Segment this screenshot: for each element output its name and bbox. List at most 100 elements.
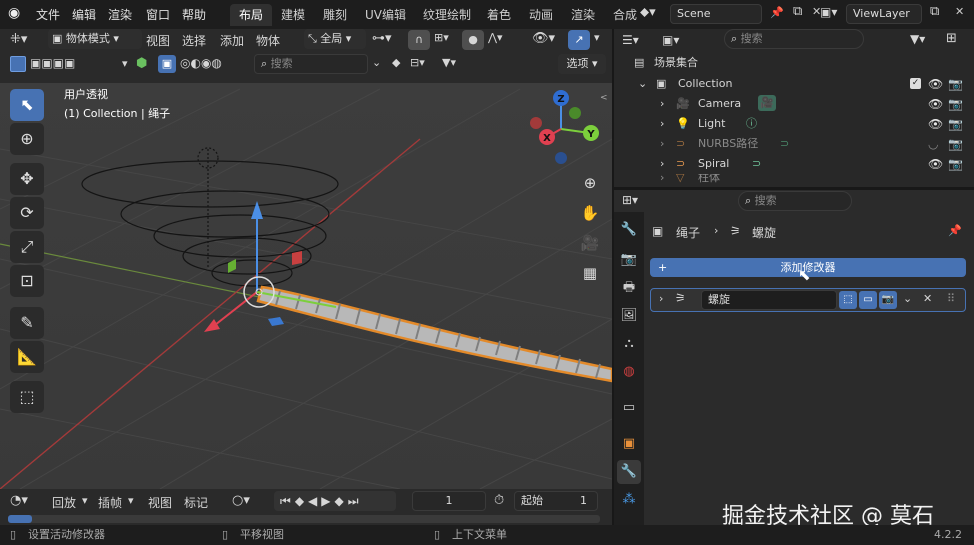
new-collection-icon[interactable]: ⊞	[946, 31, 957, 46]
menu-edit[interactable]: 编辑	[72, 6, 96, 23]
chevron-down-icon[interactable]: ⌄	[903, 292, 912, 305]
menu-marker[interactable]: 标记	[184, 494, 208, 511]
camera-view-button[interactable]: 🎥	[575, 229, 605, 257]
tree-row-camera[interactable]: › 🎥 Camera 🎥 👁 📷	[614, 94, 974, 114]
3d-viewport[interactable]: ⁜▾ ▣ 物体模式 ▾ 视图 选择 添加 物体 ⤡ 全局 ▾ ⊶▾ ∩ ⊞▾ ●…	[0, 29, 612, 489]
viewlayer-field[interactable]: ViewLayer	[846, 4, 922, 24]
tab-modifiers[interactable]: 🔧	[617, 460, 641, 484]
tree-row-light[interactable]: › 💡 Light ⓘ 👁 📷	[614, 114, 974, 134]
current-frame-field[interactable]: 1	[412, 491, 486, 511]
annotate-tool[interactable]: ✎	[10, 307, 44, 339]
timeline-editor-icon[interactable]: ◔▾	[10, 493, 28, 508]
play-reverse-icon[interactable]: ◀	[308, 494, 321, 508]
chevron-down-icon[interactable]: ▾	[82, 494, 88, 507]
select-mode-icons[interactable]: ▣▣▣▣	[30, 56, 75, 70]
tab-shading[interactable]: 着色	[478, 4, 520, 26]
checkbox-icon[interactable]: ✓	[910, 78, 921, 89]
tree-row-scene-collection[interactable]: ▤ 场景集合	[614, 53, 974, 73]
properties-search-input[interactable]: ⌕ 搜索	[738, 191, 852, 211]
prev-key-icon[interactable]: ◆	[295, 494, 308, 508]
stopwatch-icon[interactable]: ⏱	[494, 493, 504, 508]
tab-sculpting[interactable]: 雕刻	[314, 4, 356, 26]
measure-tool[interactable]: 📐	[10, 341, 44, 373]
viewlayer-icon[interactable]: ▣▾	[820, 5, 837, 19]
start-frame-field[interactable]: 起始 1	[514, 491, 598, 511]
chevron-down-icon[interactable]: ▾	[594, 31, 600, 44]
visibility-icon[interactable]: 👁▾	[532, 31, 555, 46]
eye-hidden-icon[interactable]: ◡	[928, 134, 938, 154]
filter-dropdown-icon[interactable]: ⌄	[372, 56, 381, 69]
editor-type-icon[interactable]: ⁜▾	[10, 32, 27, 47]
tree-row-cylinder[interactable]: › ▽ 柱体	[614, 174, 974, 187]
camera-render-icon[interactable]: 📷	[948, 74, 963, 94]
menu-timeline-view[interactable]: 视图	[148, 494, 172, 511]
pan-button[interactable]: ✋	[575, 199, 605, 227]
record-icon[interactable]: ○▾	[232, 493, 250, 508]
pivot-icon[interactable]: ⊶▾	[372, 31, 392, 46]
play-icon[interactable]: ▶	[321, 494, 334, 508]
tab-texture-paint[interactable]: 纹理绘制	[414, 4, 480, 26]
chevron-down-icon[interactable]: ▾	[122, 57, 128, 70]
select-box-icon[interactable]	[10, 56, 26, 72]
tab-tool[interactable]: 🔧	[617, 218, 641, 242]
tab-particles[interactable]: ⁂	[617, 488, 641, 512]
proportional-edit-icon[interactable]: ●	[462, 30, 484, 50]
cursor-tool[interactable]: ⊕	[10, 123, 44, 155]
menu-help[interactable]: 帮助	[182, 6, 206, 23]
pin-icon[interactable]: 📌	[770, 6, 784, 19]
tab-render[interactable]: 📷	[617, 248, 641, 272]
zoom-button[interactable]: ⊕	[575, 169, 605, 197]
layout-icon[interactable]: ⊟▾	[410, 56, 425, 69]
rotate-tool[interactable]: ⟳	[10, 197, 44, 229]
eye-icon[interactable]: 👁	[928, 74, 943, 94]
tab-output[interactable]: 🖶	[617, 276, 641, 300]
new-viewlayer-icon[interactable]: ⧉	[930, 4, 939, 19]
scene-field[interactable]: Scene	[670, 4, 762, 24]
add-cube-tool[interactable]: ⬚	[10, 381, 44, 413]
chevron-right-icon[interactable]: ›	[659, 292, 663, 305]
tab-uv-editing[interactable]: UV编辑	[356, 4, 415, 26]
snap-icon[interactable]: ∩	[408, 30, 430, 50]
scene-icon[interactable]: ⬥▾	[640, 5, 656, 20]
collapse-icon[interactable]: <	[600, 93, 608, 103]
camera-render-icon[interactable]: 📷	[948, 114, 963, 134]
eye-icon[interactable]: 👁	[928, 94, 943, 114]
snap-target-icon[interactable]: ⊞▾	[434, 31, 449, 44]
menu-add[interactable]: 添加	[220, 32, 244, 49]
playback-controls[interactable]: ⏮◆◀▶◆⏭	[274, 491, 396, 511]
color-palette-icon[interactable]: ⬢	[136, 56, 147, 71]
jump-end-icon[interactable]: ⏭	[348, 494, 363, 508]
eye-icon[interactable]: 👁	[928, 154, 943, 174]
display-mode-icon[interactable]: ▣▾	[662, 33, 679, 47]
tab-layout[interactable]: 布局	[230, 4, 273, 26]
menu-playback[interactable]: 回放	[52, 494, 76, 511]
next-key-icon[interactable]: ◆	[335, 494, 348, 508]
chevron-right-icon[interactable]: ›	[660, 134, 664, 154]
camera-render-icon[interactable]: 📷	[948, 134, 963, 154]
tab-collection[interactable]: ▭	[617, 396, 641, 420]
eye-icon[interactable]: 👁	[928, 114, 943, 134]
chevron-right-icon[interactable]: ›	[660, 114, 664, 134]
camera-render-icon[interactable]: 📷	[948, 154, 963, 174]
chevron-down-icon[interactable]: ▾	[128, 494, 134, 507]
edit-mode-icon[interactable]: ⬚	[839, 291, 857, 309]
bookmark-icon[interactable]: ◆	[392, 56, 400, 69]
modifier-name-field[interactable]: 螺旋	[701, 290, 837, 310]
perspective-button[interactable]: ▦	[575, 259, 605, 287]
properties-editor-icon[interactable]: ⊞▾	[622, 193, 638, 207]
options-dropdown[interactable]: 选项 ▾	[558, 54, 606, 74]
tab-compositing[interactable]: 合成	[604, 4, 637, 26]
jump-start-icon[interactable]: ⏮	[280, 494, 295, 508]
chevron-down-icon[interactable]: ⌄	[638, 74, 647, 94]
timeline-playhead[interactable]	[8, 515, 32, 523]
scale-tool[interactable]: ⤢	[10, 231, 44, 263]
chevron-right-icon[interactable]: ›	[660, 94, 664, 114]
menu-keying[interactable]: 插帧	[98, 494, 122, 511]
tab-animation[interactable]: 动画	[520, 4, 562, 26]
tab-modeling[interactable]: 建模	[272, 4, 314, 26]
chevron-right-icon[interactable]: ›	[660, 154, 664, 174]
menu-window[interactable]: 窗口	[146, 6, 170, 23]
falloff-icon[interactable]: ⋀▾	[488, 31, 503, 44]
transform-tool[interactable]: ⊡	[10, 265, 44, 297]
select-tool[interactable]: ⬉	[10, 89, 44, 121]
